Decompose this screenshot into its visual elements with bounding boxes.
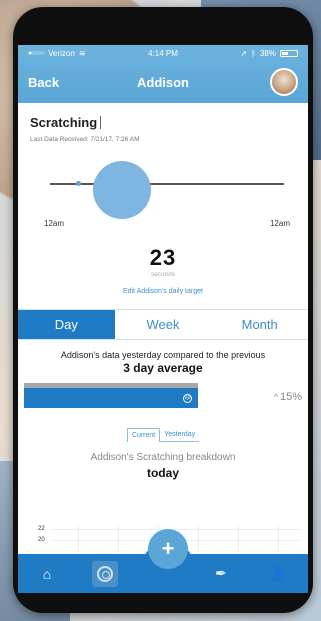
signal-dots-icon: ●○○○○	[28, 49, 45, 57]
page-title: Addison	[137, 74, 189, 90]
y-tick-label: 22	[38, 526, 45, 532]
tab-month[interactable]: Month	[211, 310, 308, 339]
last-data-received: Last Data Received: 7/21/17, 7:26 AM	[30, 136, 140, 143]
metric-name[interactable]: Scratching	[30, 115, 296, 130]
breakdown-subtitle: today	[146, 466, 179, 480]
timeline-start-label: 12am	[44, 219, 65, 228]
battery-percent: 38%	[259, 48, 276, 58]
phone-frame: ●○○○○ Verizon ≋ 4:14 PM ➚ ᛒ 38% Back Add…	[13, 7, 313, 613]
timeline-event-dot	[76, 181, 81, 186]
add-button[interactable]: +	[148, 529, 188, 569]
avatar[interactable]	[270, 68, 298, 96]
day-segment-control: Current Yesterday	[18, 428, 308, 442]
segment-current[interactable]: Current	[126, 428, 161, 442]
yesterday-bar	[24, 388, 198, 408]
activity-timeline: 12am 12am	[30, 151, 296, 228]
carrier-label: Verizon	[48, 48, 75, 58]
top-bar: ●○○○○ Verizon ≋ 4:14 PM ➚ ᛒ 38% Back Add…	[18, 45, 308, 103]
plus-icon: +	[161, 536, 175, 561]
home-icon: ⌂	[42, 565, 52, 582]
comparison-text: Addison's data yesterday compared to the…	[60, 350, 266, 360]
status-time: 4:14 PM	[148, 48, 178, 58]
segment-yesterday[interactable]: Yesterday	[160, 428, 200, 442]
tab-day[interactable]: Day	[18, 310, 115, 339]
gridline	[78, 526, 79, 552]
profile-tab[interactable]: 👤	[266, 561, 292, 587]
battery-icon	[279, 49, 298, 57]
gridline	[118, 526, 119, 552]
back-button[interactable]: Back	[28, 75, 59, 90]
location-icon: ➚	[240, 48, 248, 58]
gridline	[238, 526, 239, 552]
timeline-axis	[50, 183, 284, 185]
feather-icon: ✒	[215, 565, 227, 581]
metric-unit: seconds	[150, 271, 176, 278]
app-screen: ●○○○○ Verizon ≋ 4:14 PM ➚ ᛒ 38% Back Add…	[18, 45, 308, 593]
edit-daily-target-link[interactable]: Edit Addison's daily target	[30, 288, 296, 295]
change-percent: ^ 15%	[273, 390, 302, 403]
up-arrow-icon: ^	[273, 391, 278, 402]
profile-icon: 👤	[270, 565, 288, 581]
period-tabs: Day Week Month	[18, 309, 308, 340]
y-tick-label: 20	[38, 537, 45, 543]
target-tab[interactable]	[92, 560, 118, 587]
sad-face-icon: ☹	[183, 394, 192, 403]
timeline-event-bubble[interactable]	[93, 161, 151, 219]
gridline	[198, 526, 199, 552]
bluetooth-icon: ᛒ	[251, 48, 256, 58]
target-icon	[97, 565, 113, 582]
home-tab[interactable]: ⌂	[34, 561, 60, 587]
nav-bar: Back Addison	[18, 61, 308, 103]
gridline	[278, 526, 279, 552]
breakdown-title: Addison's Scratching breakdown	[90, 452, 236, 463]
comparison-bar-row: ☹ ^ 15%	[18, 383, 308, 410]
tab-week[interactable]: Week	[115, 310, 212, 339]
metric-value: 23	[149, 245, 177, 270]
text-caret	[100, 116, 102, 129]
metric-card: Scratching Last Data Received: 7/21/17, …	[18, 103, 308, 295]
timeline-end-label: 12am	[269, 219, 290, 228]
comparison-baseline: 3 day average	[123, 361, 203, 375]
comparison-section: Addison's data yesterday compared to the…	[18, 350, 308, 375]
status-bar: ●○○○○ Verizon ≋ 4:14 PM ➚ ᛒ 38%	[18, 45, 308, 61]
wifi-icon: ≋	[78, 48, 86, 58]
journal-tab[interactable]: ✒	[208, 561, 234, 587]
comparison-bar: ☹	[24, 383, 198, 410]
